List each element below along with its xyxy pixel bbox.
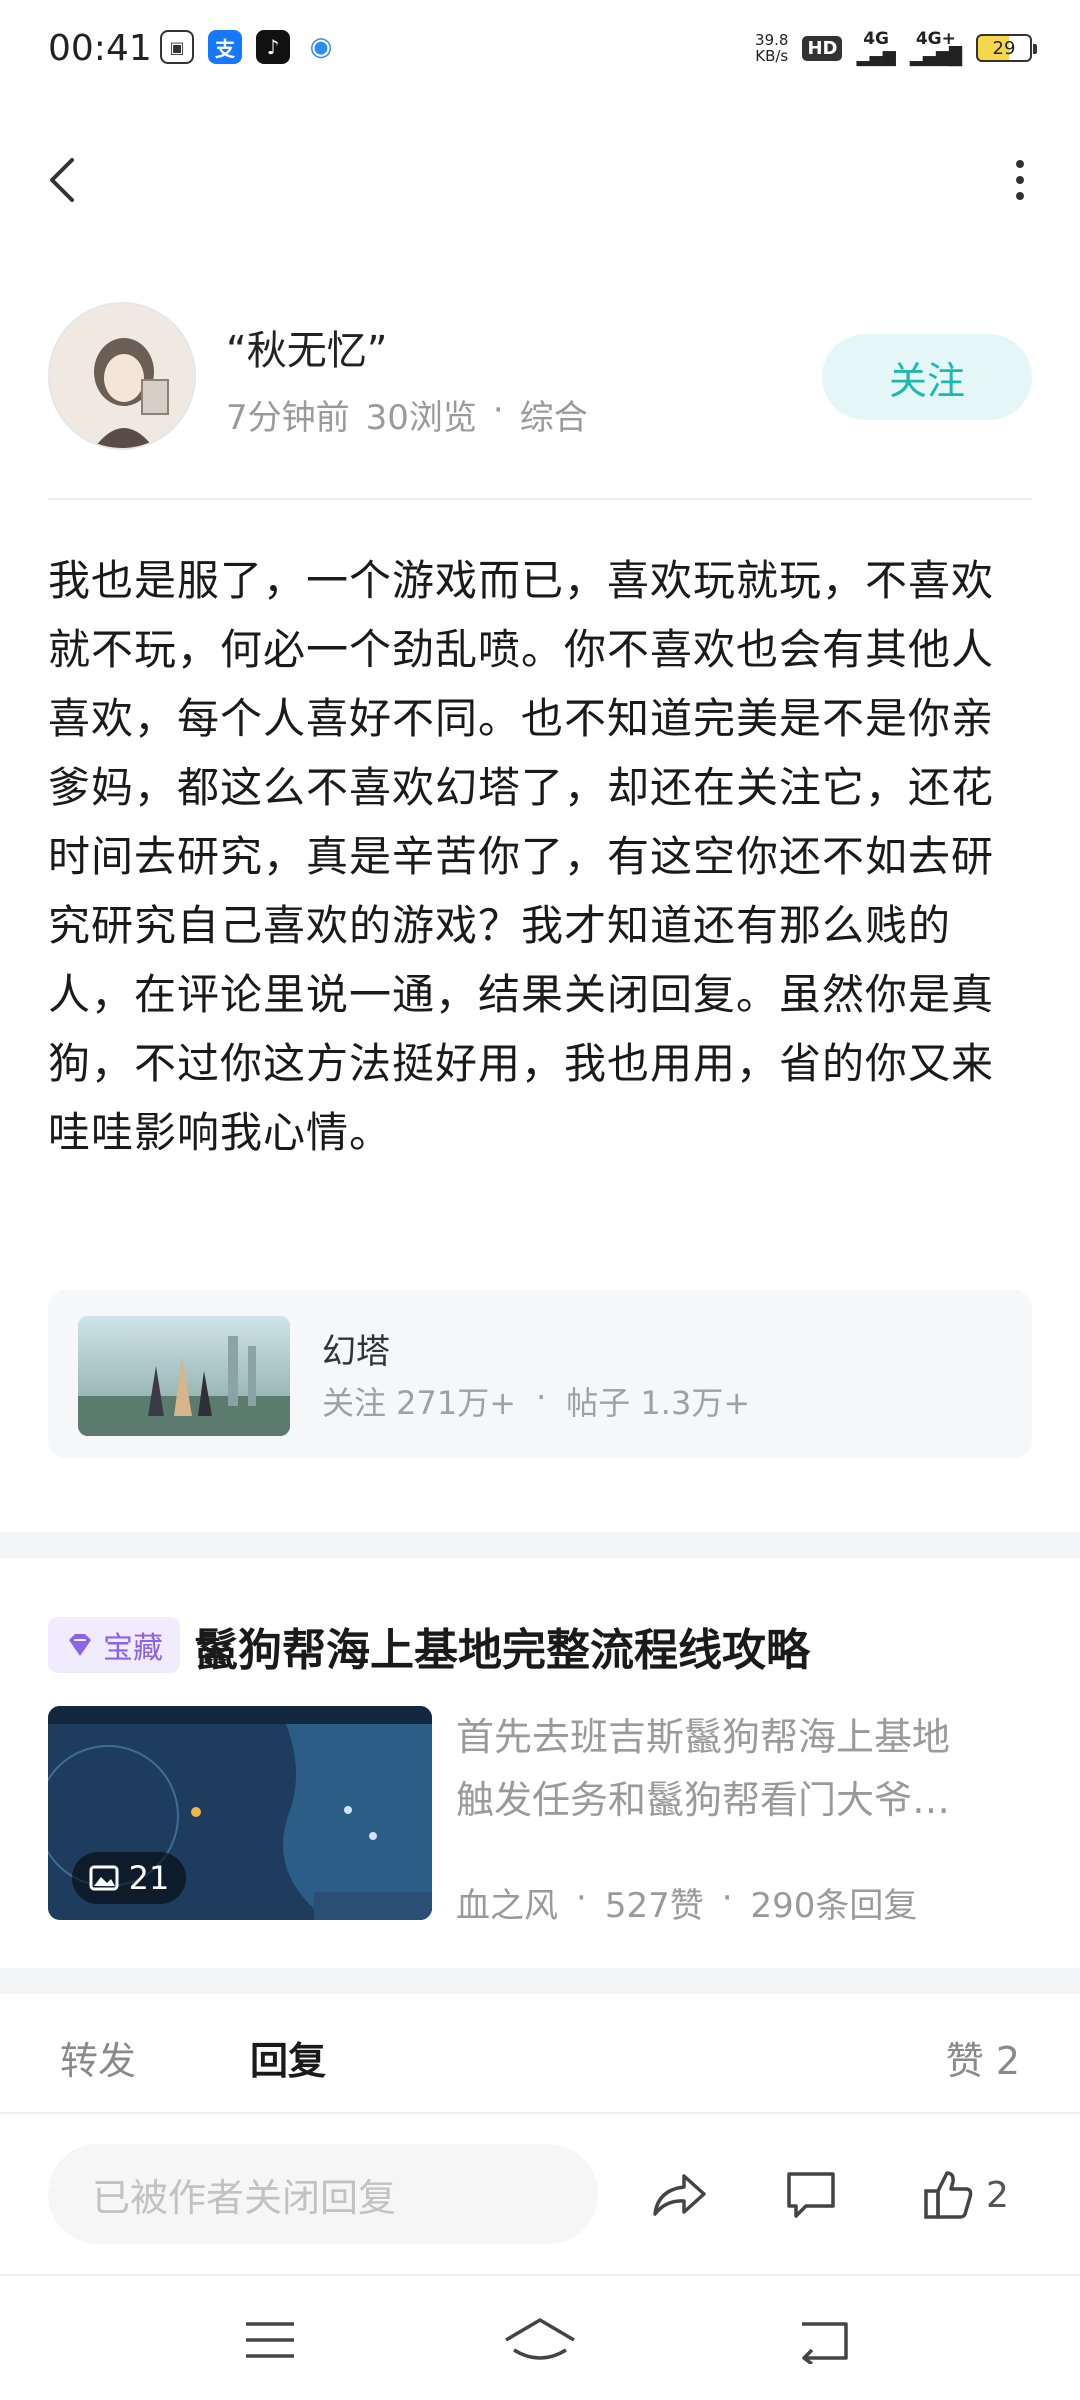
more-vertical-icon: [1016, 160, 1024, 200]
author-name[interactable]: “秋无忆”: [226, 318, 387, 376]
status-bar: 00:41 ▣ 支 ♪ ◉ 39.8 KB/s HD 4G ▂▄▆ 4G+ ▂▄…: [0, 0, 1080, 100]
image-count-badge: 21: [72, 1852, 186, 1904]
diamond-icon: [69, 1634, 91, 1656]
back-button[interactable]: [40, 150, 90, 210]
post-category[interactable]: 综合: [520, 390, 588, 439]
treasure-tag: 宝藏: [48, 1617, 180, 1673]
back-arrow-icon: [802, 2322, 848, 2364]
system-menu-button[interactable]: [230, 2300, 310, 2380]
qq-browser-icon: ◉: [304, 30, 338, 64]
like-count: 2: [986, 2174, 1009, 2216]
post-body-text: 我也是服了，一个游戏而已，喜欢玩就玩，不喜欢就不玩，何必一个劲乱喷。你不喜欢也会…: [48, 556, 995, 1157]
recommended-post-title[interactable]: 鬣狗帮海上基地完整流程线攻略: [194, 1614, 810, 1678]
sim1-label: 4G: [863, 29, 889, 49]
sim2-signal-icon: 4G+ ▂▄▆█: [910, 30, 962, 66]
network-speed-value: 39.8: [755, 31, 789, 49]
alipay-icon: 支: [208, 30, 242, 64]
battery-icon: 29: [976, 34, 1037, 62]
author-avatar[interactable]: [48, 302, 196, 450]
network-speed: 39.8 KB/s: [755, 32, 788, 64]
avatar-image: [50, 304, 194, 448]
more-options-button[interactable]: [1000, 150, 1040, 210]
chevron-left-icon: [50, 158, 74, 202]
game-community-card[interactable]: 幻塔 关注 271万+ · 帖子 1.3万+: [48, 1290, 1032, 1458]
system-home-button[interactable]: [500, 2300, 580, 2380]
image-icon: [89, 1865, 119, 1891]
recommended-post-meta: 血之风 · 527赞 · 290条回复: [456, 1878, 917, 1927]
divider: [48, 498, 1032, 500]
share-button[interactable]: [650, 2166, 708, 2224]
status-time: 00:41: [48, 28, 152, 69]
post-time: 7分钟前: [226, 398, 350, 438]
system-back-button[interactable]: [784, 2300, 864, 2380]
sim1-signal-icon: 4G ▂▄▆: [856, 30, 895, 66]
thumbs-up-icon: [924, 2171, 973, 2219]
recommended-post-excerpt[interactable]: 首先去班吉斯鬣狗帮海上基地 触发任务和鬣狗帮看门大爷…: [456, 1706, 1036, 1832]
excerpt-line: 首先去班吉斯鬣狗帮海上基地: [456, 1715, 951, 1759]
follow-button[interactable]: 关注: [822, 334, 1032, 420]
comment-button[interactable]: [784, 2166, 838, 2224]
section-separator: [0, 1532, 1080, 1558]
tab-forward[interactable]: 转发: [60, 2030, 136, 2085]
game-artwork-image: [78, 1316, 290, 1436]
sim2-label: 4G+: [915, 29, 956, 49]
recommended-likes: 527赞: [604, 1886, 704, 1926]
status-app-icons: ▣ 支 ♪ ◉: [160, 30, 338, 64]
recommended-replies: 290条回复: [750, 1886, 918, 1926]
image-count: 21: [128, 1859, 170, 1897]
post-views: 30浏览: [365, 398, 477, 438]
tiktok-icon: ♪: [256, 30, 290, 64]
divider: [0, 2112, 1080, 2114]
tab-reply[interactable]: 回复: [250, 2030, 326, 2085]
post-meta: 7分钟前 30浏览 · 综合: [226, 390, 588, 439]
game-stats: 关注 271万+ · 帖子 1.3万+: [322, 1378, 750, 1424]
game-thumbnail: [78, 1316, 290, 1436]
game-posts: 帖子 1.3万+: [566, 1384, 751, 1422]
treasure-tag-label: 宝藏: [103, 1631, 163, 1666]
signal-bars-icon: ▂▄▆: [856, 47, 896, 67]
stats-separator: ·: [536, 1378, 547, 1416]
bilibili-icon: ▣: [160, 30, 194, 64]
excerpt-line: 触发任务和鬣狗帮看门大爷…: [456, 1778, 951, 1822]
like-button[interactable]: 2: [922, 2166, 1009, 2224]
comment-icon: [787, 2172, 835, 2218]
network-speed-unit: KB/s: [755, 47, 789, 65]
divider: [0, 2274, 1080, 2276]
game-followers: 关注 271万+: [322, 1384, 517, 1422]
section-separator: [0, 1968, 1080, 1994]
meta-separator: ·: [576, 1878, 587, 1918]
recommended-post-thumbnail[interactable]: 21: [48, 1706, 432, 1920]
meta-separator: ·: [721, 1878, 733, 1918]
share-icon: [653, 2174, 706, 2216]
meta-separator: ·: [492, 390, 504, 430]
game-name: 幻塔: [322, 1332, 390, 1372]
hd-label: HD: [807, 37, 838, 59]
status-indicators: 39.8 KB/s HD 4G ▂▄▆ 4G+ ▂▄▆█ 29: [755, 30, 1037, 66]
menu-icon: [246, 2322, 294, 2358]
home-icon: [505, 2318, 575, 2360]
signal-bars-icon: ▂▄▆█: [909, 47, 962, 67]
tab-like[interactable]: 赞 2: [946, 2030, 1020, 2085]
battery-level: 29: [992, 37, 1016, 59]
volte-hd-icon: HD: [802, 35, 843, 61]
reply-input-disabled: 已被作者关闭回复: [48, 2144, 598, 2244]
recommended-author: 血之风: [456, 1886, 558, 1926]
